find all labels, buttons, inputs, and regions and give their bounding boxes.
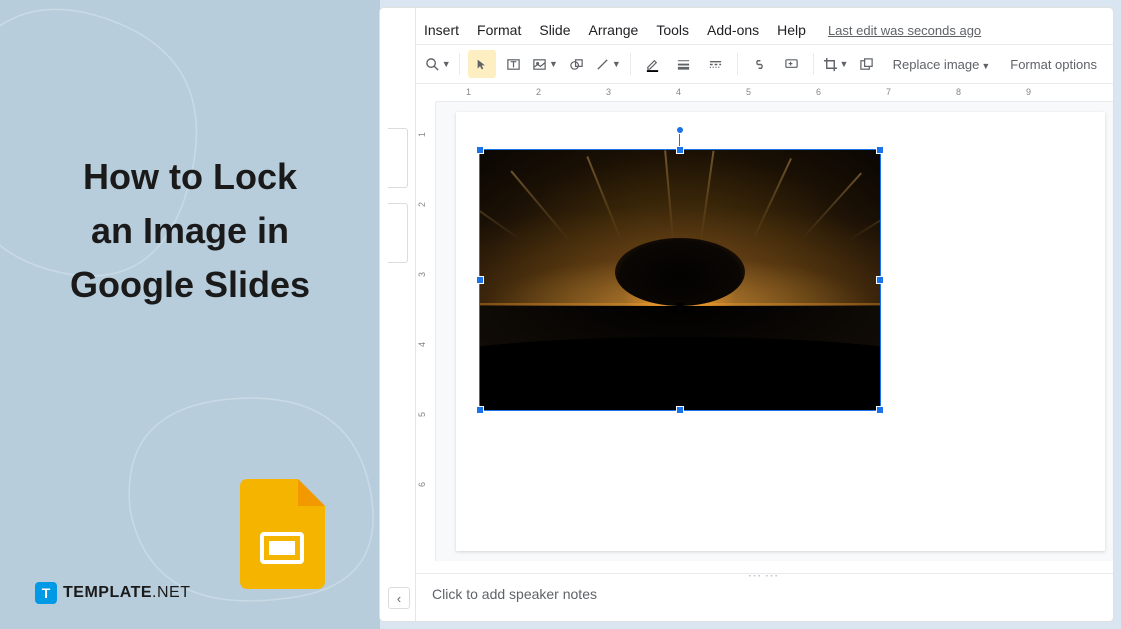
- select-tool[interactable]: [468, 50, 495, 78]
- resize-handle-br[interactable]: [876, 406, 884, 414]
- right-panel: Insert Format Slide Arrange Tools Add-on…: [380, 0, 1121, 629]
- title-line-3: Google Slides: [70, 264, 310, 305]
- rotation-handle[interactable]: [676, 126, 684, 134]
- resize-handle-ml[interactable]: [476, 276, 484, 284]
- crop-button[interactable]: ▼: [822, 50, 849, 78]
- menu-slide[interactable]: Slide: [539, 22, 570, 38]
- horizontal-ruler: 123456789: [436, 84, 1113, 102]
- resize-handle-tl[interactable]: [476, 146, 484, 154]
- edit-status[interactable]: Last edit was seconds ago: [828, 23, 981, 38]
- brand-text: TEMPLATE.NET: [63, 584, 190, 602]
- image-tool[interactable]: ▼: [531, 50, 558, 78]
- google-slides-window: Insert Format Slide Arrange Tools Add-on…: [380, 8, 1113, 621]
- menu-insert[interactable]: Insert: [424, 22, 459, 38]
- menubar: Insert Format Slide Arrange Tools Add-on…: [416, 16, 1113, 44]
- border-color-button[interactable]: [639, 50, 666, 78]
- resize-handle-bl[interactable]: [476, 406, 484, 414]
- slide-thumbnail[interactable]: [388, 128, 408, 188]
- resize-handle-tr[interactable]: [876, 146, 884, 154]
- comment-button[interactable]: [777, 50, 804, 78]
- speaker-notes-bar[interactable]: ⋯⋯ Click to add speaker notes: [416, 573, 1113, 621]
- textbox-tool[interactable]: [500, 50, 527, 78]
- canvas-area[interactable]: [436, 102, 1113, 561]
- title-line-1: How to Lock: [83, 156, 297, 197]
- google-slides-icon: [240, 479, 325, 589]
- link-button[interactable]: [746, 50, 773, 78]
- menu-format[interactable]: Format: [477, 22, 521, 38]
- menu-arrange[interactable]: Arrange: [589, 22, 639, 38]
- zoom-button[interactable]: ▼: [424, 50, 451, 78]
- brand-logo-icon: T: [35, 582, 57, 604]
- thumbnail-strip: [380, 8, 416, 621]
- slide-thumbnail[interactable]: [388, 203, 408, 263]
- resize-handle-bm[interactable]: [676, 406, 684, 414]
- format-options-button[interactable]: Format options: [1002, 57, 1105, 72]
- vertical-ruler: 123456: [416, 102, 436, 561]
- shape-tool[interactable]: [563, 50, 590, 78]
- brand: T TEMPLATE.NET: [35, 582, 190, 604]
- mask-button[interactable]: [853, 50, 880, 78]
- selection-border: [479, 149, 881, 411]
- selected-image[interactable]: [480, 150, 880, 410]
- border-weight-button[interactable]: [670, 50, 697, 78]
- title-line-2: an Image in: [91, 210, 289, 251]
- menu-tools[interactable]: Tools: [656, 22, 689, 38]
- slide[interactable]: [456, 112, 1105, 551]
- menu-help[interactable]: Help: [777, 22, 806, 38]
- menu-addons[interactable]: Add-ons: [707, 22, 759, 38]
- line-tool[interactable]: ▼: [594, 50, 621, 78]
- resize-handle-mr[interactable]: [876, 276, 884, 284]
- page-title: How to Lock an Image in Google Slides: [40, 150, 340, 312]
- border-dash-button[interactable]: [701, 50, 728, 78]
- left-panel: How to Lock an Image in Google Slides T …: [0, 0, 380, 629]
- toolbar: ▼ ▼ ▼ ▼ Replace image▼ Format options: [416, 44, 1113, 84]
- collapse-filmstrip-button[interactable]: ‹: [388, 587, 410, 609]
- notes-drag-handle[interactable]: ⋯⋯: [748, 567, 782, 584]
- resize-handle-tm[interactable]: [676, 146, 684, 154]
- replace-image-button[interactable]: Replace image▼: [885, 57, 999, 72]
